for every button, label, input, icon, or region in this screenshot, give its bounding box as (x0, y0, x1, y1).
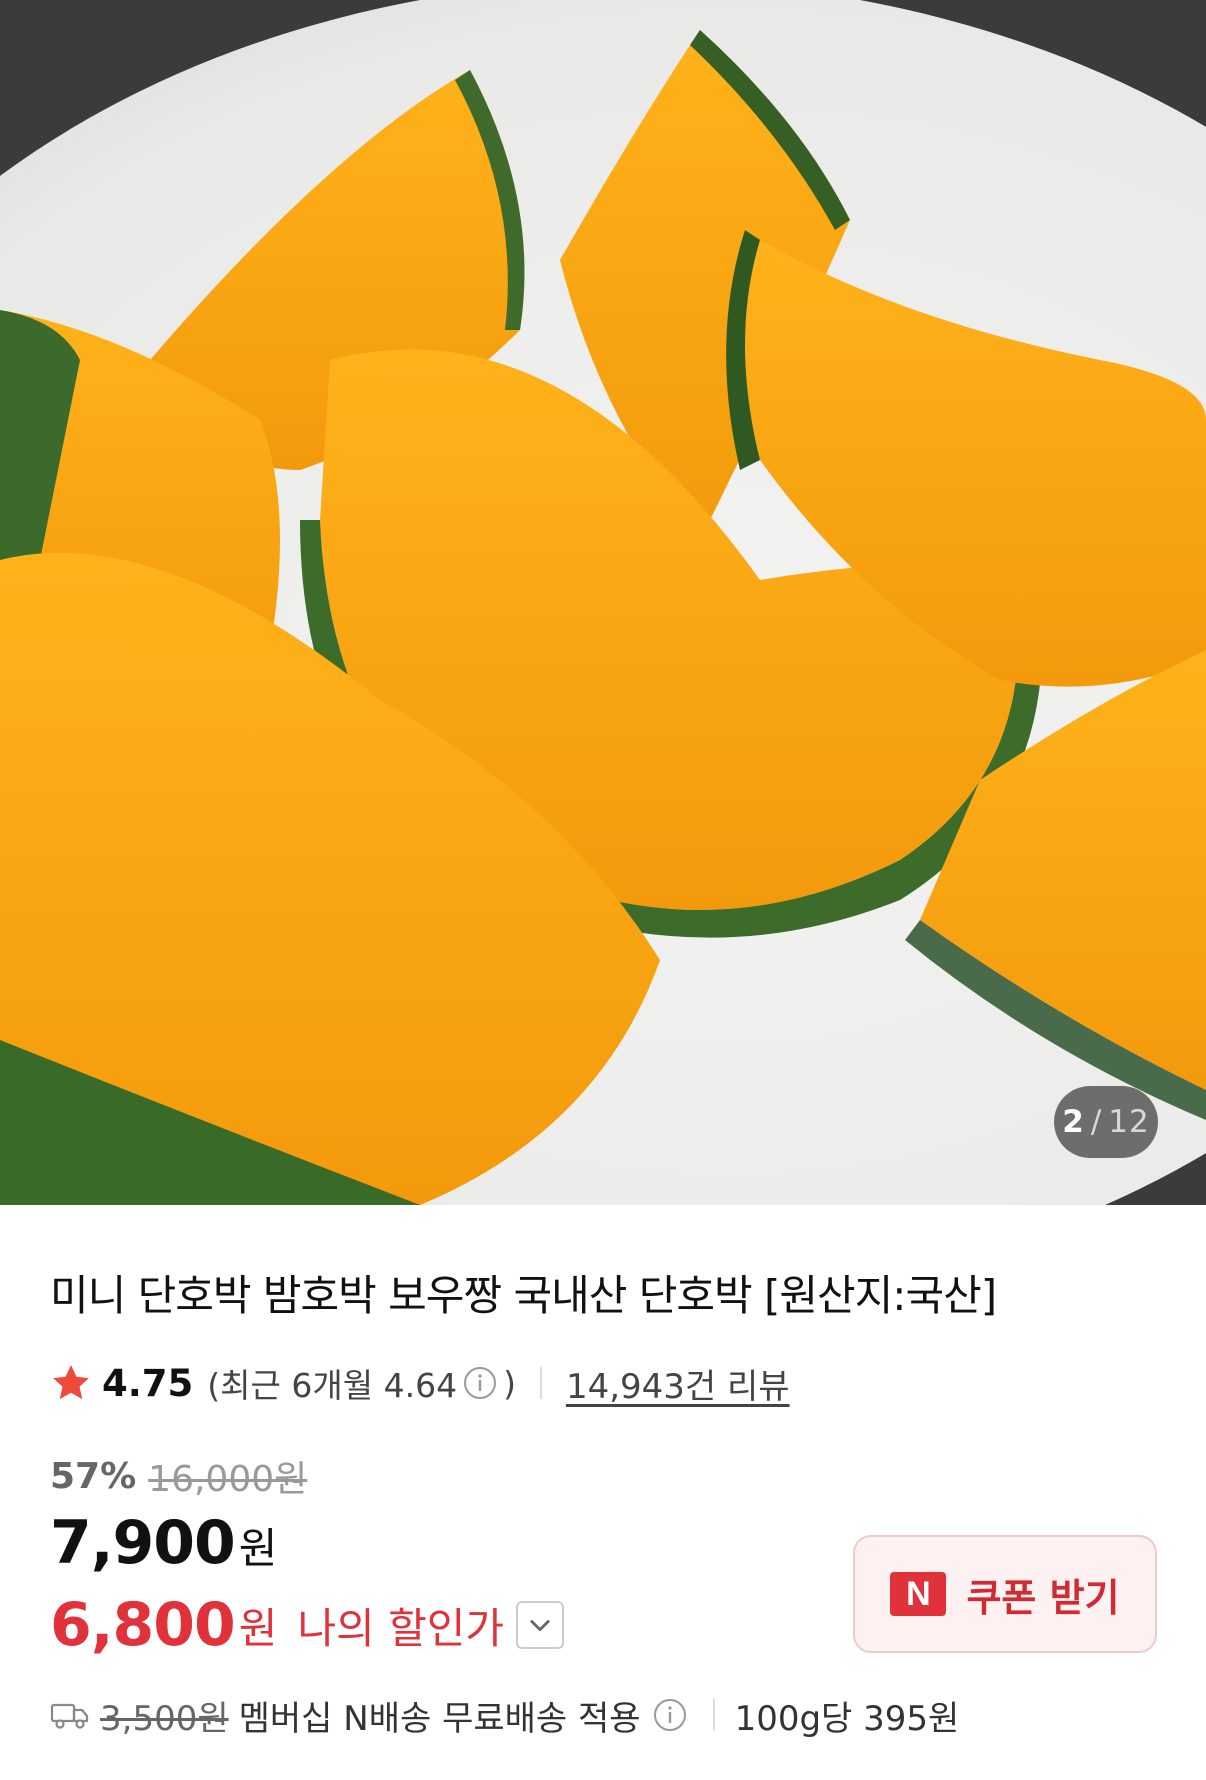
naver-n-icon: N (890, 1572, 947, 1616)
unit-price: 100g당 395원 (734, 1698, 960, 1739)
my-price-value: 6,800 (50, 1590, 236, 1660)
image-counter-total: 12 (1108, 1104, 1150, 1140)
recent-rating: (최근 6개월 4.64 ) (207, 1359, 516, 1407)
chevron-down-icon[interactable] (516, 1601, 564, 1649)
coupon-button[interactable]: N 쿠폰 받기 (853, 1535, 1157, 1653)
info-icon[interactable] (653, 1698, 687, 1732)
rating-row: 4.75 (최근 6개월 4.64 ) 14,943건 리뷰 (50, 1358, 790, 1408)
review-count-link[interactable]: 14,943건 리뷰 (566, 1359, 790, 1408)
my-price-label: 나의 할인가 (297, 1603, 504, 1653)
info-icon[interactable] (463, 1366, 497, 1400)
sale-price-currency: 원 (238, 1524, 278, 1573)
product-photo (0, 0, 1206, 1205)
product-title: 미니 단호박 밤호박 보우짱 국내산 단호박 [원산지:국산] (50, 1271, 997, 1320)
truck-icon (50, 1703, 89, 1729)
coupon-button-label: 쿠폰 받기 (966, 1575, 1120, 1620)
star-icon (53, 1365, 89, 1400)
shipping-benefit: 멤버십 N배송 무료배송 적용 (238, 1698, 641, 1739)
product-image-gallery[interactable]: 2 / 12 (0, 0, 1206, 1205)
rating-divider (539, 1367, 542, 1399)
shipping-divider (712, 1699, 715, 1731)
discount-row: 57% 16,000원 (50, 1450, 307, 1502)
original-price: 16,000원 (148, 1459, 308, 1500)
discount-rate: 57% (50, 1455, 137, 1497)
recent-rating-text: (최근 6개월 4.64 (207, 1366, 458, 1405)
sale-price: 7,900 원 (50, 1508, 277, 1578)
image-counter: 2 / 12 (1054, 1086, 1158, 1158)
shipping-row: 3,500원 멤버십 N배송 무료배송 적용 100g당 395원 (50, 1690, 959, 1740)
my-discount-price: 6,800 원 나의 할인가 (50, 1590, 564, 1660)
image-counter-current: 2 (1062, 1104, 1085, 1140)
my-price-currency: 원 (238, 1603, 278, 1653)
rating-score: 4.75 (102, 1361, 194, 1405)
recent-rating-close: ) (503, 1363, 516, 1403)
image-counter-separator: / (1090, 1104, 1103, 1140)
sale-price-value: 7,900 (50, 1508, 236, 1578)
original-shipping-fee: 3,500원 (100, 1698, 229, 1739)
